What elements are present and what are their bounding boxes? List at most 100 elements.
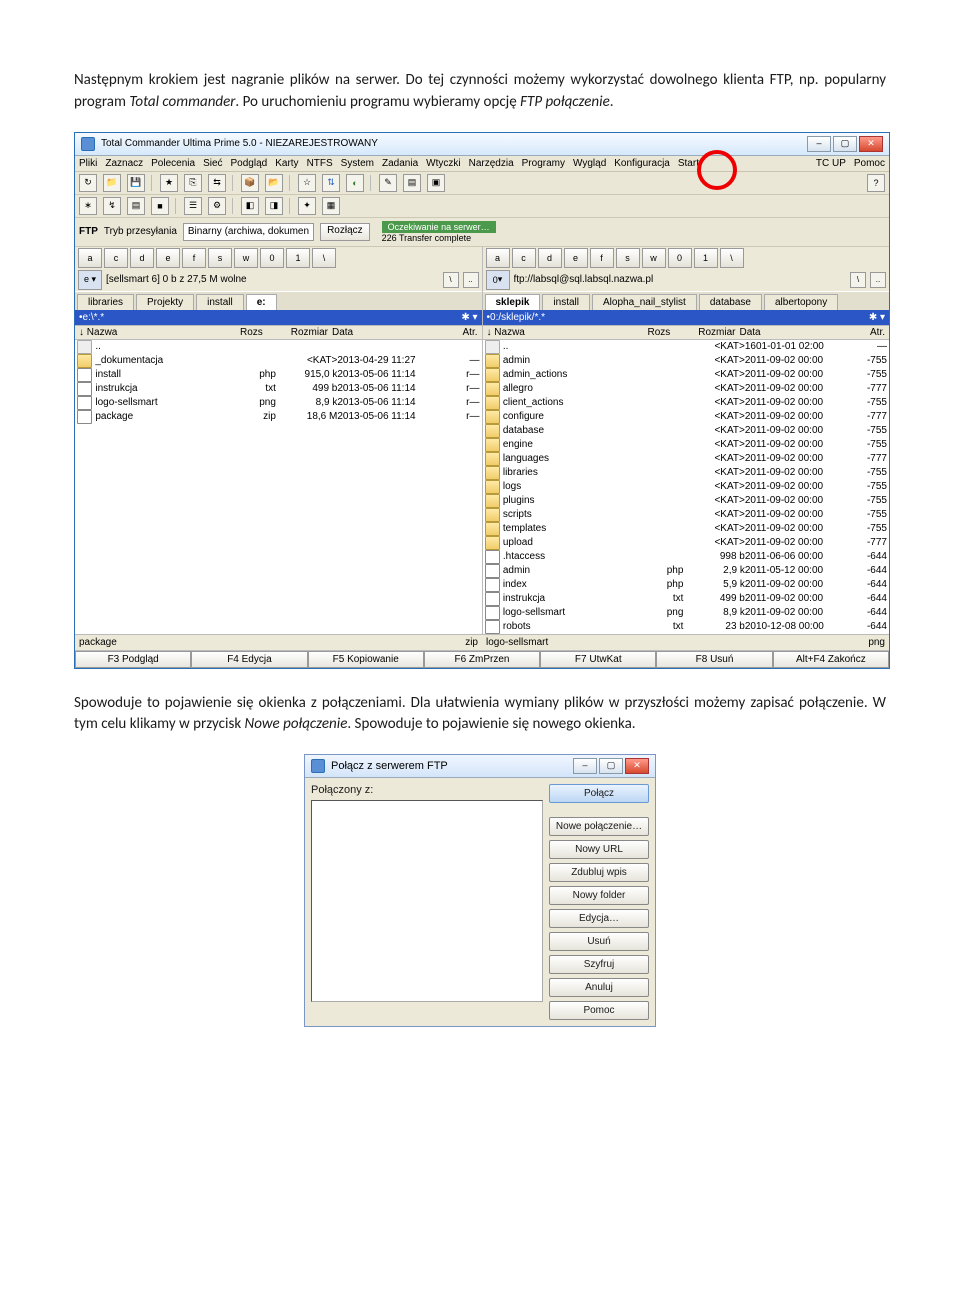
drive-button[interactable]: \ [720,248,744,268]
drive-button[interactable]: a [78,248,102,268]
file-row[interactable]: database<KAT>2011-09-02 00:00-755 [483,424,890,438]
fkey[interactable]: F7 UtwKat [540,651,656,668]
menu-item[interactable]: Sieć [203,158,222,169]
file-row[interactable]: instrukcjatxt499 b2011-09-02 00:00-644 [483,592,890,606]
menu-item[interactable]: Karty [275,158,298,169]
menu-item[interactable]: Zaznacz [105,158,143,169]
delete-button[interactable]: Usuń [549,932,649,951]
new-url-button[interactable]: Nowy URL [549,840,649,859]
unpack-icon[interactable]: 📂 [265,174,283,192]
tool-icon[interactable]: ◧ [241,197,259,215]
minimize-button[interactable]: – [807,136,831,152]
drive-button[interactable]: 0 [668,248,692,268]
file-row[interactable]: templates<KAT>2011-09-02 00:00-755 [483,522,890,536]
menu-item[interactable]: Polecenia [151,158,195,169]
new-connection-button[interactable]: Nowe połączenie… [549,817,649,836]
new-folder-button[interactable]: Nowy folder [549,886,649,905]
file-row[interactable]: ..<KAT>1601-01-01 02:00— [483,340,890,354]
left-filelist[interactable]: .._dokumentacja<KAT>2013-04-29 11:27—ins… [75,340,482,634]
menu-item[interactable]: Zadania [382,158,418,169]
folder-icon[interactable]: 📁 [103,174,121,192]
drive-button[interactable]: w [234,248,258,268]
tool-icon[interactable]: ∗ [79,197,97,215]
book-icon[interactable]: ★ [160,174,178,192]
drive-button[interactable]: f [182,248,206,268]
maximize-button[interactable]: ▢ [833,136,857,152]
drive-selector[interactable]: 0 ▾ [486,270,510,290]
tool-icon[interactable]: ◨ [265,197,283,215]
fkey[interactable]: F3 Podgląd [75,651,191,668]
file-row[interactable]: allegro<KAT>2011-09-02 00:00-777 [483,382,890,396]
file-row[interactable]: scripts<KAT>2011-09-02 00:00-755 [483,508,890,522]
tab[interactable]: database [699,294,762,310]
term-icon[interactable]: ▣ [427,174,445,192]
file-row[interactable]: packagezip18,6 M2013-05-06 11:14r— [75,410,482,424]
cancel-button[interactable]: Anuluj [549,978,649,997]
drive-button[interactable]: w [642,248,666,268]
file-row[interactable]: logo-sellsmartpng8,9 k2013-05-06 11:14r— [75,396,482,410]
menu-item[interactable]: NTFS [307,158,333,169]
connect-button[interactable]: Połącz [549,784,649,803]
menu-item[interactable]: Start [678,158,699,169]
file-row[interactable]: logs<KAT>2011-09-02 00:00-755 [483,480,890,494]
menu-item[interactable]: Pliki [79,158,97,169]
duplicate-button[interactable]: Zdubluj wpis [549,863,649,882]
drive-button[interactable]: e [156,248,180,268]
file-row[interactable]: upload<KAT>2011-09-02 00:00-777 [483,536,890,550]
menu-item[interactable]: Programy [522,158,565,169]
notepad-icon[interactable]: ✎ [379,174,397,192]
drive-button[interactable]: 0 [260,248,284,268]
drive-button[interactable]: a [486,248,510,268]
menu-item[interactable]: Wtyczki [426,158,460,169]
tool-icon[interactable]: ▦ [322,197,340,215]
root-button[interactable]: \ [443,272,459,288]
edit-button[interactable]: Edycja… [549,909,649,928]
drive-button[interactable]: s [208,248,232,268]
drive-button[interactable]: f [590,248,614,268]
fkey[interactable]: F8 Usuń [656,651,772,668]
file-row[interactable]: admin<KAT>2011-09-02 00:00-755 [483,354,890,368]
drive-button[interactable]: e [564,248,588,268]
file-row[interactable]: languages<KAT>2011-09-02 00:00-777 [483,452,890,466]
fkey[interactable]: Alt+F4 Zakończ [773,651,889,668]
file-row[interactable]: installphp915,0 k2013-05-06 11:14r— [75,368,482,382]
menu-item[interactable]: System [341,158,374,169]
disk-icon[interactable]: 💾 [127,174,145,192]
transfer-mode-combo[interactable]: Binarny (archiwa, dokumen [183,223,314,241]
file-row[interactable]: .. [75,340,482,354]
help-button[interactable]: Pomoc [549,1001,649,1020]
tab[interactable]: install [196,294,244,310]
tab[interactable]: libraries [77,294,134,310]
tool-icon[interactable]: ■ [151,197,169,215]
help-icon[interactable]: ? [867,174,885,192]
root-button[interactable]: \ [850,272,866,288]
file-row[interactable]: engine<KAT>2011-09-02 00:00-755 [483,438,890,452]
fkey[interactable]: F5 Kopiowanie [308,651,424,668]
drive-selector[interactable]: e ▾ [78,270,102,290]
file-row[interactable]: robotstxt23 b2010-12-08 00:00-644 [483,620,890,634]
drive-button[interactable]: 1 [694,248,718,268]
file-row[interactable]: .htaccess998 b2011-06-06 00:00-644 [483,550,890,564]
tool-icon[interactable]: ⚙ [208,197,226,215]
file-row[interactable]: adminphp2,9 k2011-05-12 00:00-644 [483,564,890,578]
tab[interactable]: e: [246,294,277,310]
drive-button[interactable]: c [512,248,536,268]
close-button[interactable]: ✕ [859,136,883,152]
calc-icon[interactable]: ▤ [403,174,421,192]
close-button[interactable]: ✕ [625,758,649,774]
drive-button[interactable]: \ [312,248,336,268]
file-row[interactable]: indexphp5,9 k2011-09-02 00:00-644 [483,578,890,592]
star-icon[interactable]: ☆ [298,174,316,192]
fkey[interactable]: F4 Edycja [191,651,307,668]
tab[interactable]: Projekty [136,294,194,310]
connection-list[interactable] [311,800,543,1002]
drive-button[interactable]: c [104,248,128,268]
pack-icon[interactable]: 📦 [241,174,259,192]
file-row[interactable]: instrukcjatxt499 b2013-05-06 11:14r— [75,382,482,396]
file-row[interactable]: client_actions<KAT>2011-09-02 00:00-755 [483,396,890,410]
sync-icon[interactable]: ⇆ [208,174,226,192]
drive-button[interactable]: s [616,248,640,268]
tab[interactable]: install [542,294,590,310]
file-row[interactable]: plugins<KAT>2011-09-02 00:00-755 [483,494,890,508]
menu-item[interactable]: Narzędzia [469,158,514,169]
